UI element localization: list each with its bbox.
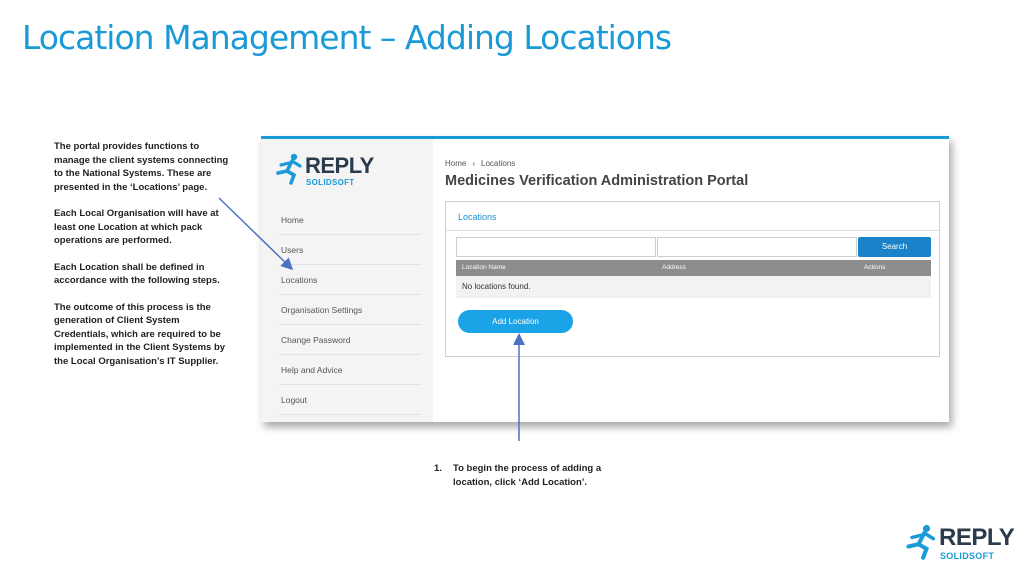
runner-figure-icon — [906, 524, 936, 560]
corner-logo: REPLY SOLIDSOFT — [905, 524, 1017, 564]
brand-name: REPLY — [939, 524, 1015, 551]
step-number: 1. — [434, 463, 442, 474]
arrow-to-locations-icon — [218, 197, 294, 271]
brand-subtitle: SOLIDSOFT — [940, 551, 995, 561]
annotation-arrows — [218, 197, 525, 441]
step-instruction: 1. To begin the process of adding a loca… — [434, 462, 634, 489]
step-text: To begin the process of adding a locatio… — [453, 463, 602, 488]
